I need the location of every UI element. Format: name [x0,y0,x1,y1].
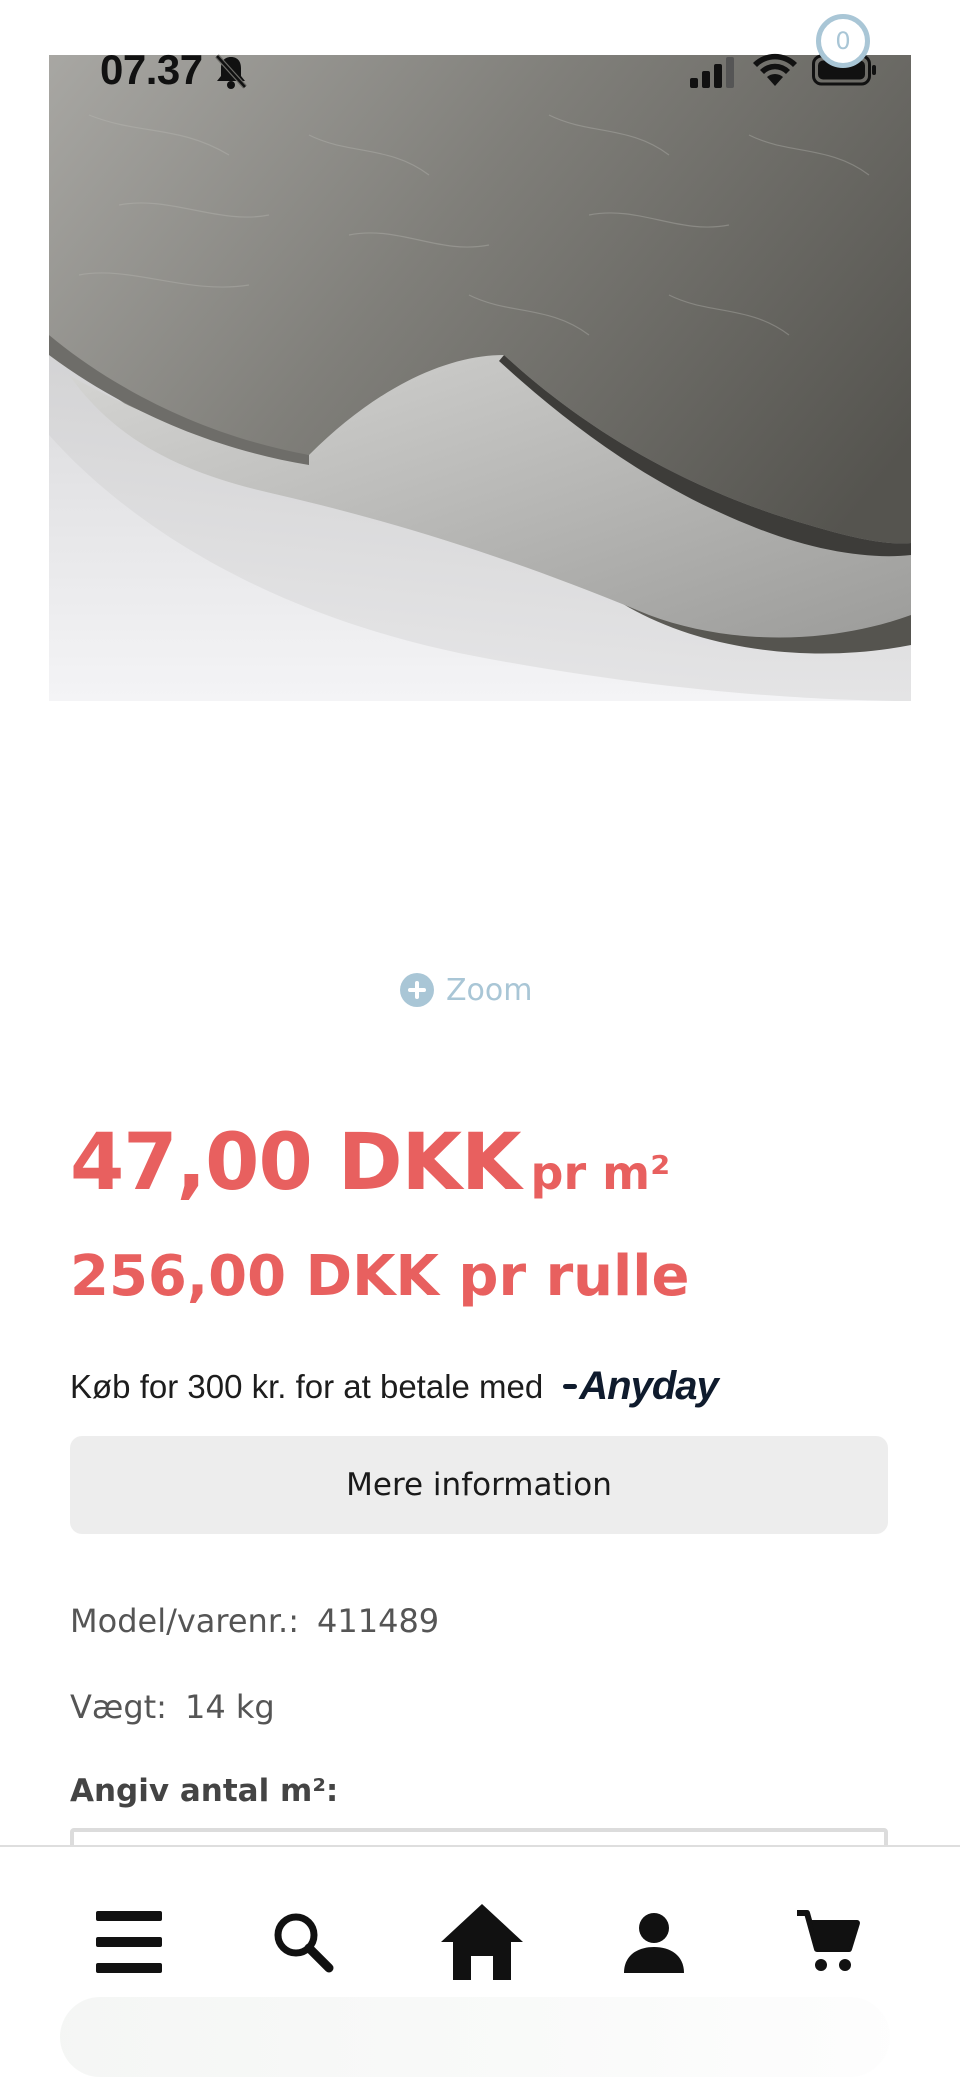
hamburger-menu-icon [96,1911,162,1973]
nav-bottom-blur [60,1997,890,2077]
nav-account-button[interactable] [609,1897,699,1987]
anyday-dash-icon [563,1384,578,1389]
nav-home-button[interactable] [437,1897,527,1987]
zoom-plus-icon [400,973,434,1007]
model-label: Model/varenr.: [70,1602,299,1640]
zoom-label: Zoom [446,972,533,1008]
cart-icon [797,1910,860,1971]
more-information-button[interactable]: Mere information [70,1436,888,1534]
anyday-logo: Anyday [563,1364,719,1409]
model-value: 411489 [317,1602,440,1640]
bottom-navigation [0,1845,960,2081]
model-number-row: Model/varenr.: 411489 [70,1602,439,1640]
cellular-signal-icon [690,57,734,88]
price-per-roll: 256,00 DKK pr rulle [70,1244,690,1309]
quantity-label: Angiv antal m²: [70,1773,339,1809]
weight-value: 14 kg [184,1688,275,1726]
anyday-brand: Anyday [579,1364,718,1408]
status-time: 07.37 [100,46,203,93]
price-per-m2-unit: pr m² [530,1146,671,1200]
nav-search-button[interactable] [258,1897,348,1987]
anyday-text: Køb for 300 kr. for at betale med [70,1367,544,1405]
user-icon [624,1913,684,1973]
status-bar: 07.37 [0,0,960,140]
price-per-m2: 47,00 DKK pr m² [70,1118,670,1208]
wifi-icon [753,53,797,86]
weight-row: Vægt: 14 kg [70,1688,275,1726]
anyday-payment-info: Køb for 300 kr. for at betale med Anyday [70,1364,719,1409]
price-per-m2-value: 47,00 DKK [70,1118,522,1208]
search-icon [274,1913,334,1973]
product-image[interactable] [49,55,911,701]
bell-slash-icon [215,54,247,89]
zoom-button[interactable]: Zoom [400,970,532,1010]
weight-label: Vægt: [70,1688,167,1726]
home-icon [441,1904,523,1980]
nav-menu-button[interactable] [84,1897,174,1987]
cart-count-badge: 0 [816,14,870,68]
nav-cart-button[interactable] [783,1897,873,1987]
